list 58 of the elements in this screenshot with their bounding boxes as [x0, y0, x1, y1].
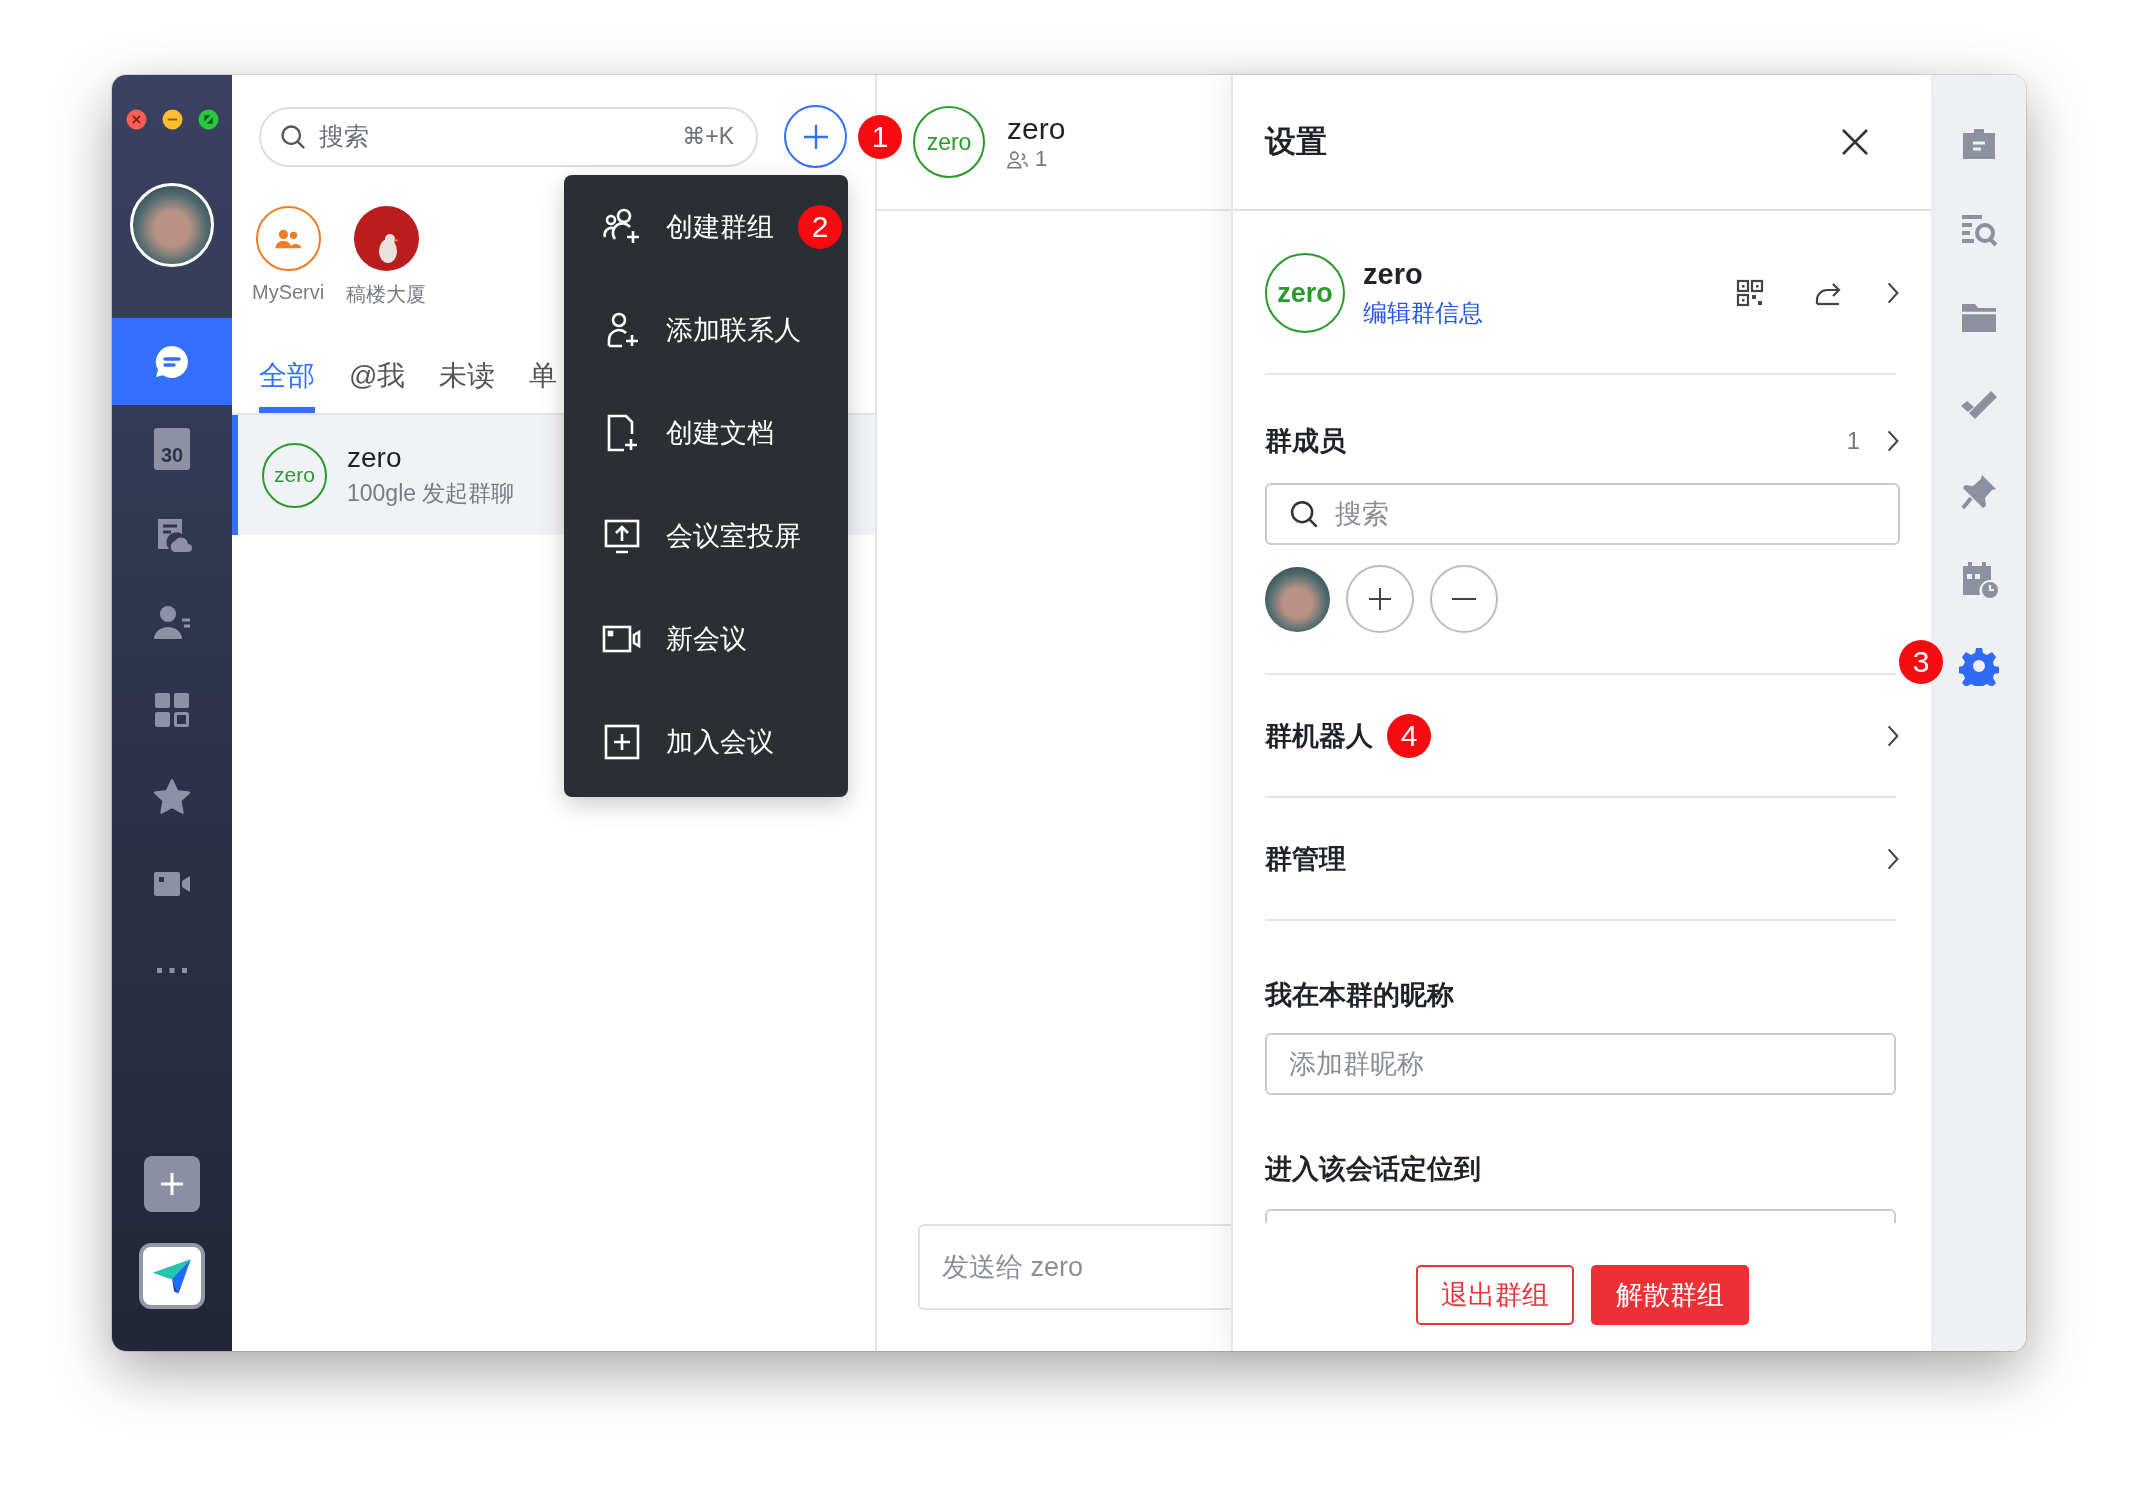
row-label: 群管理 — [1265, 842, 1346, 876]
step-badge: 4 — [1387, 713, 1431, 758]
app-button[interactable] — [139, 1243, 205, 1309]
conversation-preview: 100gle 发起群聊 — [347, 478, 515, 508]
pinned-chat-name: MyServi — [252, 281, 325, 304]
chevron-right-icon[interactable] — [1886, 280, 1900, 306]
members-icon — [1007, 149, 1029, 169]
search-icon — [279, 122, 307, 151]
settings-row[interactable]: 群管理 — [1265, 798, 1900, 919]
conversation-name: zero — [347, 441, 403, 474]
pinned-chat-name: 稿楼大厦 — [346, 282, 427, 307]
member-count: 1 — [1035, 146, 1048, 172]
search-icon — [1289, 499, 1319, 529]
filter-tab[interactable]: 单 — [529, 357, 558, 413]
edit-group-link[interactable]: 编辑群信息 — [1363, 296, 1483, 329]
group-name: zero — [1363, 257, 1424, 291]
menu-item[interactable]: 加入会议 — [564, 690, 848, 793]
search-field[interactable]: 搜索 ⌘+K — [259, 106, 758, 167]
group-avatar[interactable]: zero — [913, 106, 985, 178]
menu-item[interactable]: 新会议 — [564, 587, 848, 690]
filter-tab[interactable]: @我 — [349, 357, 406, 413]
group-avatar: zero — [262, 442, 327, 508]
row-label: 群机器人 — [1265, 719, 1373, 753]
more-icon — [157, 968, 187, 973]
add-app-button[interactable] — [144, 1156, 200, 1212]
section-title: 群成员 — [1265, 425, 1346, 458]
menu-item[interactable]: 添加联系人 — [564, 278, 848, 381]
minimize-window-icon[interactable] — [161, 109, 183, 130]
step-badge: 1 — [858, 115, 902, 159]
panel-title: 设置 — [1265, 123, 1327, 161]
filter-tab[interactable]: 未读 — [439, 357, 496, 413]
qr-code-icon[interactable] — [1736, 279, 1764, 307]
search-placeholder: 搜索 — [319, 121, 370, 152]
group-avatar[interactable] — [255, 206, 321, 271]
minus-icon — [1449, 598, 1479, 600]
settings-icon[interactable] — [1958, 645, 1999, 686]
search-placeholder: 搜索 — [1335, 498, 1389, 531]
step-badge: 3 — [1899, 640, 1943, 684]
group-avatar[interactable]: zero — [1265, 253, 1345, 333]
chat-title: zero — [1007, 112, 1066, 146]
settings-row[interactable]: 群机器人 4 — [1265, 675, 1900, 796]
disband-group-button[interactable]: 解散群组 — [1590, 1265, 1749, 1325]
leave-group-button[interactable]: 退出群组 — [1415, 1265, 1574, 1325]
field-label: 进入该会话定位到 — [1265, 1153, 1482, 1186]
nav-item[interactable]: 30 — [112, 405, 232, 492]
add-button[interactable] — [784, 105, 847, 168]
close-window-icon[interactable] — [125, 109, 147, 130]
calendar-icon: 30 — [154, 427, 190, 470]
keyboard-shortcut: ⌘+K — [682, 123, 734, 150]
nav-item[interactable] — [112, 318, 232, 405]
step-badge: 2 — [798, 204, 842, 249]
chevron-right-icon[interactable] — [1886, 428, 1900, 454]
menu-item[interactable]: 创建群组 2 — [564, 175, 848, 278]
member-count: 1 — [1846, 427, 1860, 455]
star-icon — [152, 776, 192, 817]
fullscreen-window-icon[interactable] — [197, 109, 219, 130]
field-label: 我在本群的昵称 — [1265, 979, 1455, 1012]
close-icon[interactable] — [1840, 127, 1870, 157]
